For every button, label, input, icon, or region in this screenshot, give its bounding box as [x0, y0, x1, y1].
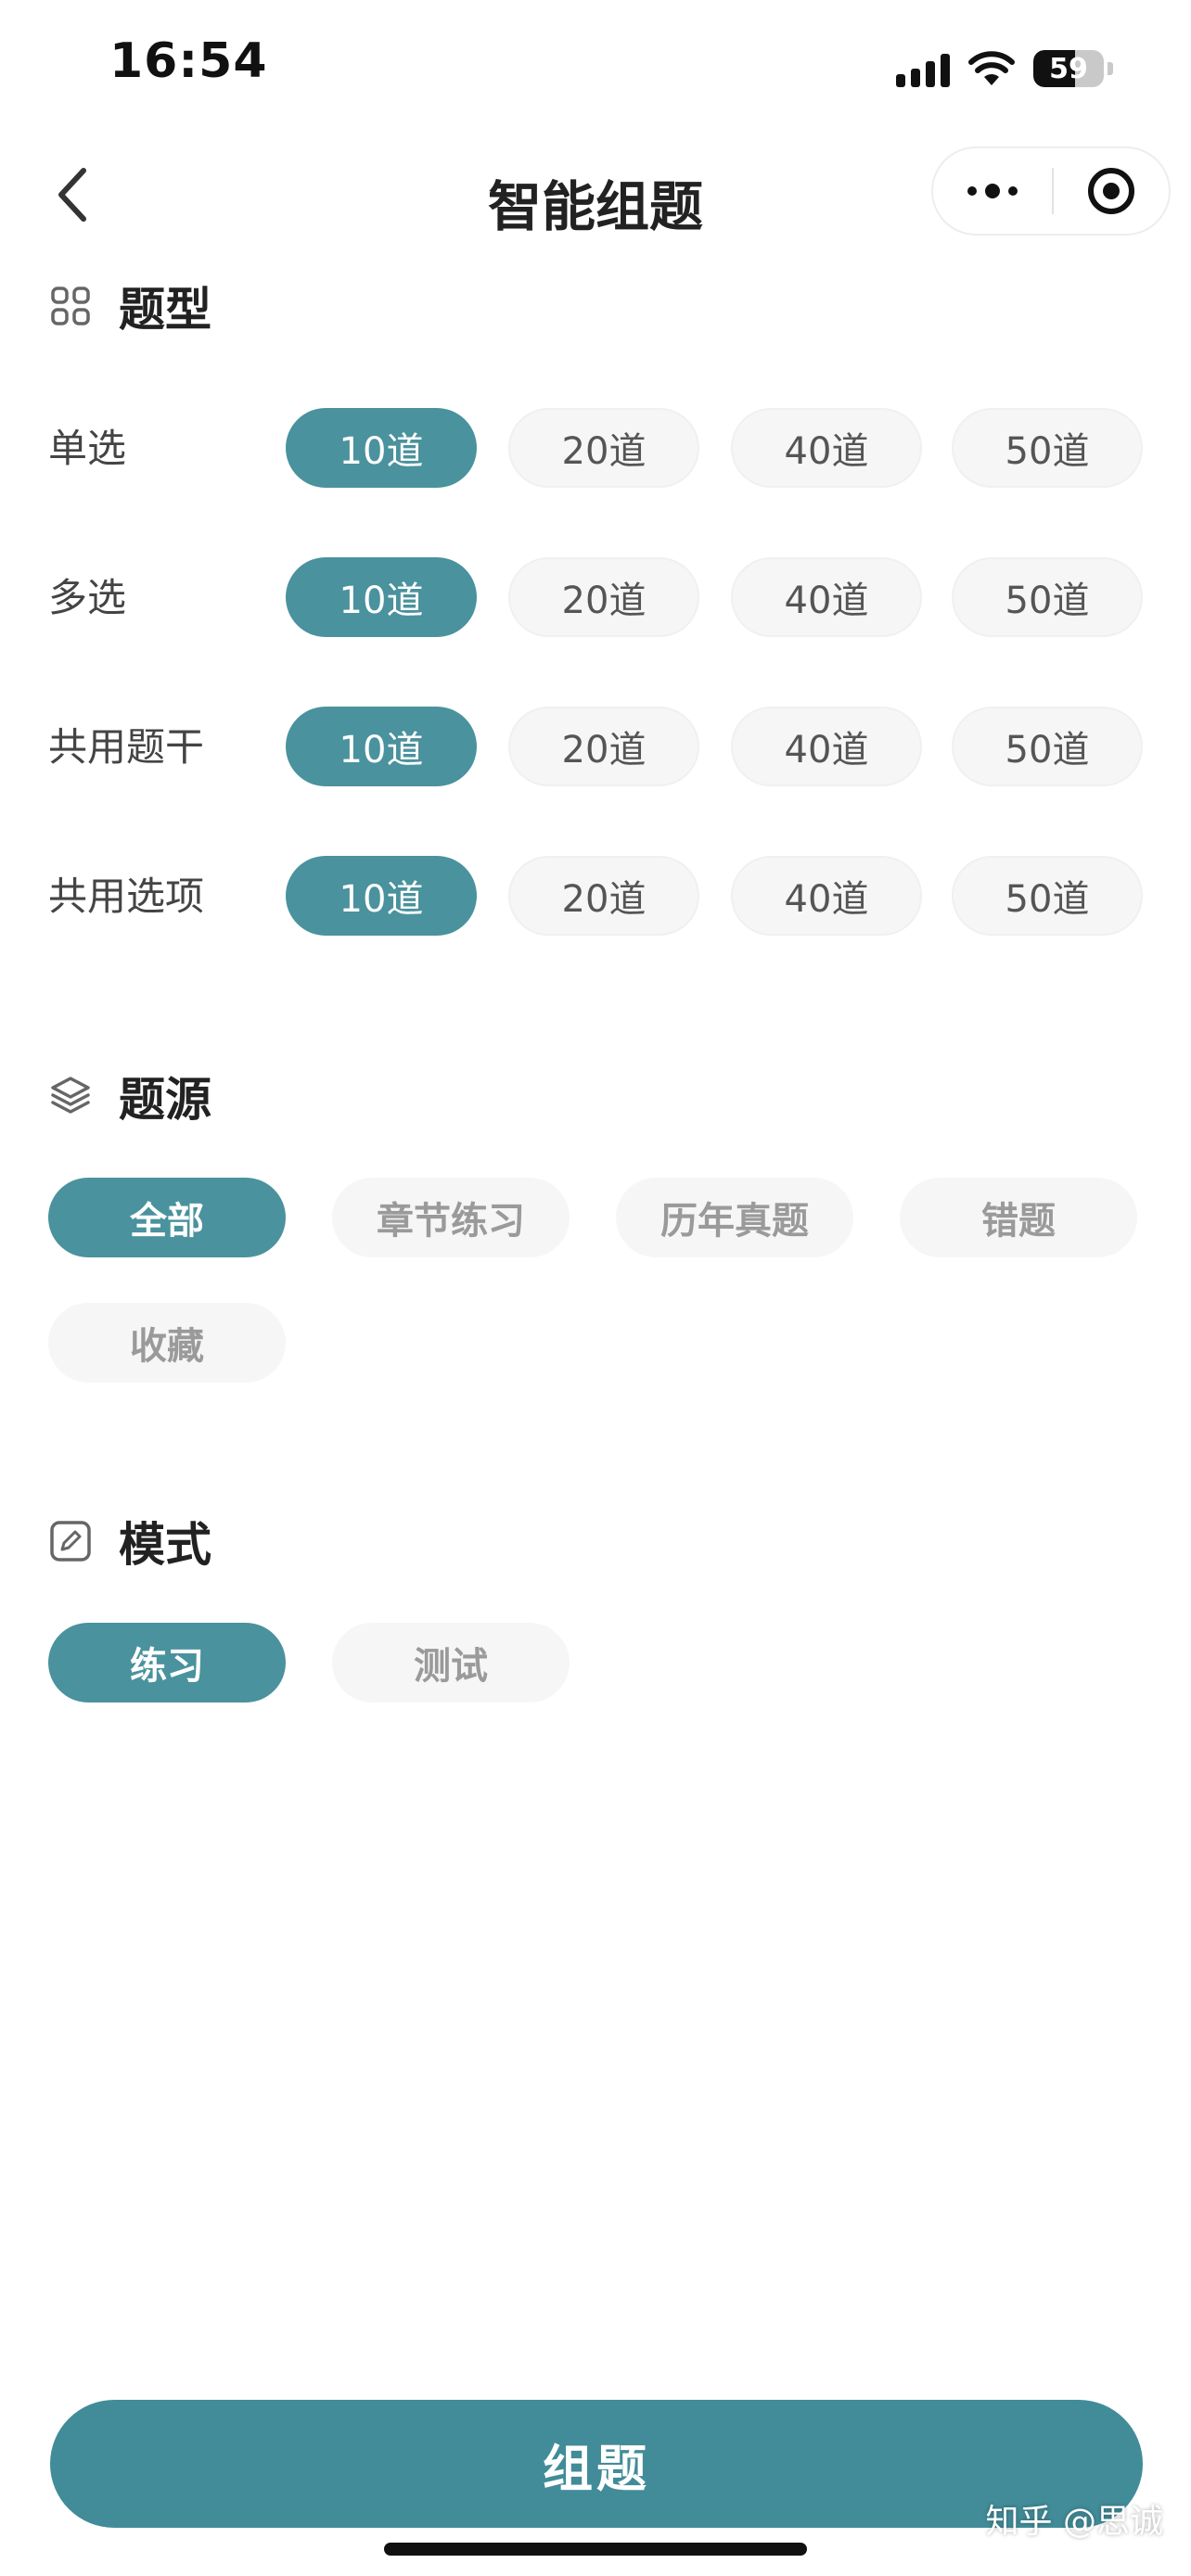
- type-row-single: 单选 10道 20道 40道 50道: [48, 408, 1143, 490]
- layers-icon: [48, 1074, 93, 1118]
- mode-option-test[interactable]: 测试: [332, 1623, 570, 1702]
- more-button[interactable]: [933, 148, 1052, 234]
- battery-icon: 59: [1033, 50, 1104, 87]
- source-option-favorites[interactable]: 收藏: [48, 1303, 286, 1383]
- battery-level-text: 59: [1049, 52, 1088, 85]
- target-icon: [1088, 168, 1134, 214]
- count-option-10[interactable]: 10道: [286, 557, 477, 637]
- count-option-40[interactable]: 40道: [731, 557, 922, 637]
- count-option-10[interactable]: 10道: [286, 707, 477, 786]
- type-row-shared-stem: 共用题干 10道 20道 40道 50道: [48, 707, 1143, 788]
- more-dot-icon: [967, 186, 977, 196]
- type-row-shared-options: 共用选项 10道 20道 40道 50道: [48, 856, 1143, 937]
- source-option-past-exams[interactable]: 历年真题: [616, 1178, 853, 1257]
- section-source-header: 题源: [48, 1059, 211, 1133]
- wifi-icon: [968, 51, 1015, 85]
- section-title: 题源: [119, 1073, 211, 1127]
- nav-bar: 智能组题: [0, 139, 1191, 250]
- count-option-20[interactable]: 20道: [508, 557, 699, 637]
- count-option-40[interactable]: 40道: [731, 856, 922, 936]
- generate-quiz-button[interactable]: 组题: [50, 2400, 1143, 2528]
- signal-icon: [896, 50, 950, 87]
- watermark: 知乎 @思诚: [985, 2503, 1163, 2541]
- more-dot-icon: [1008, 186, 1018, 196]
- grid-icon: [48, 284, 93, 328]
- status-time: 16:54: [109, 33, 268, 89]
- source-option-all[interactable]: 全部: [48, 1178, 286, 1257]
- status-icons: 59: [896, 41, 1113, 96]
- status-bar: 16:54 59: [0, 0, 1191, 130]
- more-dot-icon: [985, 184, 1000, 198]
- source-option-wrong-questions[interactable]: 错题: [900, 1178, 1137, 1257]
- section-mode-header: 模式: [48, 1504, 211, 1578]
- count-option-10[interactable]: 10道: [286, 856, 477, 936]
- type-row-multiple: 多选 10道 20道 40道 50道: [48, 557, 1143, 639]
- count-option-10[interactable]: 10道: [286, 408, 477, 488]
- section-question-types-header: 题型: [48, 269, 211, 343]
- mini-program-capsule: [931, 147, 1171, 236]
- type-label: 多选: [48, 575, 127, 620]
- count-option-20[interactable]: 20道: [508, 408, 699, 488]
- count-option-20[interactable]: 20道: [508, 856, 699, 936]
- source-option-chapter-practice[interactable]: 章节练习: [332, 1178, 570, 1257]
- section-title: 题型: [119, 283, 211, 337]
- section-title: 模式: [119, 1518, 211, 1572]
- count-option-50[interactable]: 50道: [952, 408, 1143, 488]
- close-mini-program-button[interactable]: [1054, 148, 1169, 234]
- count-option-20[interactable]: 20道: [508, 707, 699, 786]
- count-option-50[interactable]: 50道: [952, 856, 1143, 936]
- battery-tip: [1108, 62, 1113, 75]
- count-option-40[interactable]: 40道: [731, 707, 922, 786]
- type-label: 共用选项: [48, 874, 205, 919]
- home-indicator: [384, 2543, 807, 2556]
- mode-option-practice[interactable]: 练习: [48, 1623, 286, 1702]
- count-option-50[interactable]: 50道: [952, 557, 1143, 637]
- type-label: 单选: [48, 426, 127, 471]
- edit-icon: [48, 1519, 93, 1563]
- count-option-40[interactable]: 40道: [731, 408, 922, 488]
- count-option-50[interactable]: 50道: [952, 707, 1143, 786]
- type-label: 共用题干: [48, 724, 205, 770]
